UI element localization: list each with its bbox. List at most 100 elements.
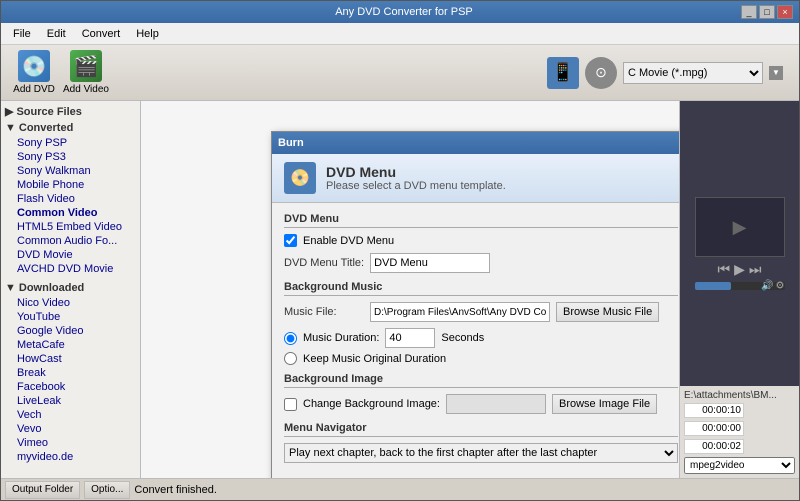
preview-icon: ▶	[733, 217, 747, 238]
preview-area: ▶	[695, 197, 785, 257]
add-video-button[interactable]: 🎬 Add Video	[59, 48, 113, 97]
time-entry-1: 00:00:10	[684, 403, 744, 418]
modal-left-column: DVD Menu Enable DVD Menu DVD Menu Title:…	[284, 213, 678, 476]
menu-help[interactable]: Help	[128, 26, 167, 42]
sidebar-item-facebook[interactable]: Facebook	[1, 380, 140, 394]
source-files-header[interactable]: ▶ Source Files	[1, 103, 140, 120]
menu-bar: File Edit Convert Help	[1, 23, 799, 45]
browse-image-button[interactable]: Browse Image File	[552, 394, 657, 414]
keep-music-radio[interactable]	[284, 352, 297, 365]
close-button[interactable]: ×	[777, 5, 793, 19]
title-bar: Any DVD Converter for PSP _ □ ×	[1, 1, 799, 23]
modal-body: DVD Menu Enable DVD Menu DVD Menu Title:…	[272, 203, 679, 478]
music-duration-radio[interactable]	[284, 332, 297, 345]
music-duration-input[interactable]	[385, 328, 435, 348]
modal-header-subtitle: Please select a DVD menu template.	[326, 180, 506, 192]
bg-music-section-title: Background Music	[284, 281, 678, 296]
time-entry-3: 00:00:02	[684, 439, 744, 454]
menu-navigator-section-title: Menu Navigator	[284, 422, 678, 437]
sidebar-item-google-video[interactable]: Google Video	[1, 324, 140, 338]
volume-icon[interactable]: 🔊	[761, 281, 773, 292]
sidebar-item-break[interactable]: Break	[1, 366, 140, 380]
modal-header-icon: 📀	[284, 162, 316, 194]
bg-image-input[interactable]	[446, 394, 546, 414]
play-icon[interactable]: ▶	[734, 261, 745, 278]
time-entry-2: 00:00:00	[684, 421, 744, 436]
sidebar-item-youtube[interactable]: YouTube	[1, 310, 140, 324]
video-icon: 🎬	[70, 50, 102, 82]
settings-icon[interactable]: ⚙	[776, 281, 785, 292]
menu-edit[interactable]: Edit	[39, 26, 74, 42]
downloaded-header[interactable]: ▼ Downloaded	[1, 280, 140, 296]
change-bg-checkbox[interactable]	[284, 398, 297, 411]
sidebar-item-html5-embed[interactable]: HTML5 Embed Video	[1, 220, 140, 234]
sidebar-item-flash-video[interactable]: Flash Video	[1, 192, 140, 206]
toolbar: 💿 Add DVD 🎬 Add Video 📱 ⊙ C Movie (*.mpg…	[1, 45, 799, 101]
music-file-input[interactable]	[370, 302, 550, 322]
sidebar-item-metacafe[interactable]: MetaCafe	[1, 338, 140, 352]
bg-image-row: Change Background Image: Browse Image Fi…	[284, 394, 678, 414]
modal-header: 📀 DVD Menu Please select a DVD menu temp…	[272, 154, 679, 203]
enable-dvd-menu-label: Enable DVD Menu	[303, 235, 394, 247]
maximize-button[interactable]: □	[759, 5, 775, 19]
file-path-label: E:\attachments\BM...	[684, 390, 795, 401]
sidebar-item-avchd[interactable]: AVCHD DVD Movie	[1, 262, 140, 276]
navigator-select[interactable]: Play next chapter, back to the first cha…	[284, 443, 678, 463]
codec-select[interactable]: mpeg2video	[684, 457, 795, 474]
app-window: Any DVD Converter for PSP _ □ × File Edi…	[0, 0, 800, 501]
keep-music-label: Keep Music Original Duration	[303, 353, 446, 365]
source-files-section: ▶ Source Files ▼ Converted Sony PSP Sony…	[1, 101, 140, 278]
converted-header[interactable]: ▼ Converted	[1, 120, 140, 136]
rewind-icon[interactable]: ⏮	[718, 261, 731, 278]
content-area: Burn × 📀 DVD Menu Please select a DVD me…	[141, 101, 679, 478]
sidebar-item-vevo[interactable]: Vevo	[1, 422, 140, 436]
burn-modal: Burn × 📀 DVD Menu Please select a DVD me…	[271, 131, 679, 478]
source-files-icon: ▶	[5, 105, 13, 118]
change-bg-label: Change Background Image:	[303, 398, 440, 410]
right-panel: ▶ ⏮ ▶ ⏭ 🔊 ⚙ E:\attachments\BM... 00:0	[679, 101, 799, 478]
sidebar-item-sony-ps3[interactable]: Sony PS3	[1, 150, 140, 164]
sidebar-item-myvideo[interactable]: myvideo.de	[1, 450, 140, 464]
sidebar-item-dvd-movie[interactable]: DVD Movie	[1, 248, 140, 262]
enable-dvd-menu-checkbox[interactable]	[284, 234, 297, 247]
sidebar-item-howcast[interactable]: HowCast	[1, 352, 140, 366]
sidebar-item-vech[interactable]: Vech	[1, 408, 140, 422]
enable-dvd-menu-row: Enable DVD Menu	[284, 234, 678, 247]
sidebar-item-sony-psp[interactable]: Sony PSP	[1, 136, 140, 150]
menu-file[interactable]: File	[5, 26, 39, 42]
music-file-row: Music File: Browse Music File	[284, 302, 678, 322]
minimize-button[interactable]: _	[741, 5, 757, 19]
sidebar-item-vimeo[interactable]: Vimeo	[1, 436, 140, 450]
status-bar: Output Folder Optio... Convert finished.	[1, 478, 799, 500]
sidebar-item-sony-walkman[interactable]: Sony Walkman	[1, 164, 140, 178]
progress-bar[interactable]: 🔊 ⚙	[695, 282, 785, 290]
sidebar-item-nico-video[interactable]: Nico Video	[1, 296, 140, 310]
add-video-label: Add Video	[63, 84, 109, 95]
format-selector: 📱 ⊙ C Movie (*.mpg) ▼	[547, 57, 783, 89]
options-button[interactable]: Optio...	[84, 481, 130, 499]
sidebar-item-common-audio[interactable]: Common Audio Fo...	[1, 234, 140, 248]
modal-columns: DVD Menu Enable DVD Menu DVD Menu Title:…	[284, 213, 679, 476]
dvd-menu-title-row: DVD Menu Title:	[284, 253, 678, 273]
add-dvd-button[interactable]: 💿 Add DVD	[9, 48, 59, 97]
dvd-menu-title-label: DVD Menu Title:	[284, 257, 364, 269]
browse-music-button[interactable]: Browse Music File	[556, 302, 659, 322]
dvd-menu-title-input[interactable]	[370, 253, 490, 273]
menu-convert[interactable]: Convert	[74, 26, 129, 42]
sidebar-item-liveleak[interactable]: LiveLeak	[1, 394, 140, 408]
converted-label: Converted	[19, 122, 73, 134]
seconds-label: Seconds	[441, 332, 484, 344]
progress-fill	[695, 282, 731, 290]
fast-forward-icon[interactable]: ⏭	[749, 261, 762, 278]
disc-icon: ⊙	[585, 57, 617, 89]
sidebar-item-common-video[interactable]: Common Video	[1, 206, 140, 220]
sidebar-item-mobile-phone[interactable]: Mobile Phone	[1, 178, 140, 192]
output-folder-button[interactable]: Output Folder	[5, 481, 80, 499]
main-content: ▶ Source Files ▼ Converted Sony PSP Sony…	[1, 101, 799, 478]
keep-music-row: Keep Music Original Duration	[284, 352, 678, 365]
modal-header-title: DVD Menu	[326, 164, 506, 180]
modal-title: Burn	[278, 137, 304, 149]
sidebar: ▶ Source Files ▼ Converted Sony PSP Sony…	[1, 101, 141, 478]
format-dropdown[interactable]: C Movie (*.mpg)	[623, 62, 763, 84]
right-panel-info-area: E:\attachments\BM... 00:00:10 00:00:00 0…	[680, 386, 799, 478]
